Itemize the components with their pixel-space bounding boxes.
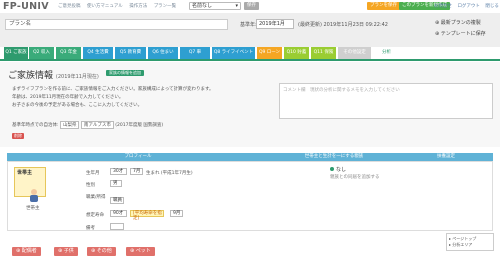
section-title: ご家族情報 (2019年11月現在) <box>8 68 99 81</box>
lifespan-label: 想定寿命 <box>86 213 104 218</box>
family-table-body <box>7 161 493 231</box>
tab-analysis[interactable]: 分析 <box>373 47 400 59</box>
question-tabs: Q1 ご家族 Q2 収入 Q3 年金 Q4 生活費 Q5 教育費 Q6 住まい … <box>0 47 500 59</box>
city-select[interactable]: 南アルプス市 <box>80 121 114 129</box>
family-table-header: プロフィール 世帯主と生計を一にする親族 扶養設定 <box>7 153 493 161</box>
description-line: 年齢は、2019年11月現在の年齢で入力してください。 <box>12 95 124 100</box>
relative-option-label: なし <box>336 167 347 173</box>
plan-select[interactable]: 名前なし ▾ <box>189 2 241 10</box>
average-lifespan-toggle[interactable]: [平均寿命を指定] <box>130 210 164 221</box>
page-top-label: ページトップ <box>452 236 477 241</box>
top-nav-item[interactable]: プラン一覧 <box>154 4 177 9</box>
chevron-down-icon: ▾ <box>235 3 238 9</box>
birthday-suffix: 生まれ (平成1年7月生) <box>146 171 193 176</box>
gender-select[interactable]: 男 <box>110 180 122 187</box>
note-label: 備考 <box>86 226 95 231</box>
memo-textarea[interactable]: コメント欄 現状の分析に関するメモを入力してください <box>279 83 493 119</box>
birthday-label: 生年月 <box>86 171 100 176</box>
save-small-button[interactable]: 保存 <box>244 2 259 10</box>
age-select[interactable]: 30才 <box>110 168 127 175</box>
save-template-link[interactable]: ⊕ テンプレートに保存 <box>435 30 486 37</box>
plan-select-value: 名前なし <box>192 3 213 9</box>
base-area-row: 基準年時点での自治体: 山梨県 南アルプス市 (2017年度版 国勢調査) <box>12 121 163 129</box>
person-name: 世帯主 <box>17 170 33 176</box>
base-date-label: 基準年: <box>240 22 257 28</box>
job-label: 職業/所得 <box>86 195 106 200</box>
top-bar: FP-UNIV ご意見投稿 使い方マニュアル 操作方法 プラン一覧 名前なし ▾… <box>0 0 500 13</box>
job-select[interactable]: 職員 <box>110 197 124 204</box>
add-other-label: その他 <box>96 248 112 254</box>
tab-q9[interactable]: Q9 ローン <box>257 47 282 59</box>
description-line: まずライフプランを作る前に、ご家族情報をご入力ください。家族構成によって計算が変… <box>12 87 214 92</box>
base-area-note: (2017年度版 国勢調査) <box>115 123 164 128</box>
top-link[interactable]: 閉じる <box>485 4 499 9</box>
note-input[interactable] <box>110 223 124 230</box>
column-header: 扶養設定 <box>437 154 455 159</box>
tab-q7[interactable]: Q7 車 <box>180 47 210 59</box>
add-child-button[interactable]: ⊕ 子供 <box>54 247 78 256</box>
top-nav-item[interactable]: 操作方法 <box>129 4 147 9</box>
tab-q3[interactable]: Q3 年金 <box>56 47 81 59</box>
add-spouse-label: 配偶者 <box>21 248 37 254</box>
delete-button[interactable]: 削除 <box>12 133 24 139</box>
lifespan-month-select[interactable]: 9月 <box>170 210 183 217</box>
tab-q2[interactable]: Q2 収入 <box>29 47 54 59</box>
person-avatar-icon <box>30 189 38 202</box>
save-plan-button[interactable]: プランを保存 <box>367 2 400 10</box>
radio-selected-icon <box>330 167 334 171</box>
tab-settings[interactable]: その他設定 <box>338 47 371 59</box>
relative-option[interactable]: なし <box>330 166 346 173</box>
floating-menu: ▸ ページトップ ▸ 分析エリア <box>446 233 494 251</box>
add-spouse-button[interactable]: ⊕ 配偶者 <box>12 247 41 256</box>
add-other-button[interactable]: ⊕ その他 <box>87 247 116 256</box>
tab-q8[interactable]: Q8 ライフイベント <box>212 47 255 59</box>
lifespan-select[interactable]: 90才 <box>110 210 127 217</box>
add-family-button[interactable]: 家族の情報を追加 <box>106 70 144 76</box>
birth-month-select[interactable]: 7月 <box>130 168 143 175</box>
column-header: プロフィール <box>124 154 152 159</box>
tabs-divider <box>0 59 500 61</box>
column-header: 世帯主と生計を一にする親族 <box>304 154 364 159</box>
top-nav-item[interactable]: ご意見投稿 <box>58 4 81 9</box>
base-date-select[interactable]: 2019年1月 <box>256 19 294 29</box>
duplicate-plan-link[interactable]: ⊕ 最新プランの複製 <box>435 19 481 26</box>
section-title-text: ご家族情報 <box>8 71 54 81</box>
duplicate-plan-label: 最新プランの複製 <box>440 20 481 26</box>
prefecture-select[interactable]: 山梨県 <box>59 121 80 129</box>
analysis-area-label: 分析エリア <box>452 242 473 247</box>
gender-label: 性別 <box>86 183 95 188</box>
top-link[interactable]: ログアウト <box>457 4 480 9</box>
plan-name-input[interactable]: プラン名 <box>5 19 228 30</box>
section-subtitle: (2019年11月現在) <box>55 74 99 80</box>
top-link[interactable]: お問合せ <box>434 4 452 9</box>
add-pet-label: ペット <box>135 248 151 254</box>
tab-q11[interactable]: Q11 保険 <box>311 47 336 59</box>
last-updated: (最終更新) 2019年11月23日 09:22:42 <box>298 22 388 28</box>
add-child-label: 子供 <box>63 248 74 254</box>
tab-q6[interactable]: Q6 住まい <box>148 47 178 59</box>
analysis-area-link[interactable]: ▸ 分析エリア <box>449 242 491 248</box>
tab-q1[interactable]: Q1 ご家族 <box>4 47 28 59</box>
top-links: お問合せ ログアウト 閉じる <box>434 3 500 9</box>
save-template-label: テンプレートに保存 <box>440 31 486 37</box>
app-logo: FP-UNIV <box>3 1 49 12</box>
description-line: お子さまの今後の予定がある場合も、ここに入力してください。 <box>12 103 143 108</box>
relative-note: 親族との同居を追加する <box>330 175 380 180</box>
plan-header: プラン名 基準年: 2019年1月 (最終更新) 2019年11月23日 09:… <box>0 13 500 47</box>
add-pet-button[interactable]: ⊕ ペット <box>126 247 155 256</box>
tab-q10[interactable]: Q10 貯蓄 <box>284 47 309 59</box>
top-nav-item[interactable]: 使い方マニュアル <box>87 4 123 9</box>
tab-q4[interactable]: Q4 生活費 <box>83 47 113 59</box>
tab-q5[interactable]: Q5 教育費 <box>115 47 146 59</box>
base-area-label: 基準年時点での自治体: <box>12 123 59 128</box>
top-nav: ご意見投稿 使い方マニュアル 操作方法 プラン一覧 <box>58 3 181 9</box>
person-role: 世帯主 <box>26 206 40 211</box>
